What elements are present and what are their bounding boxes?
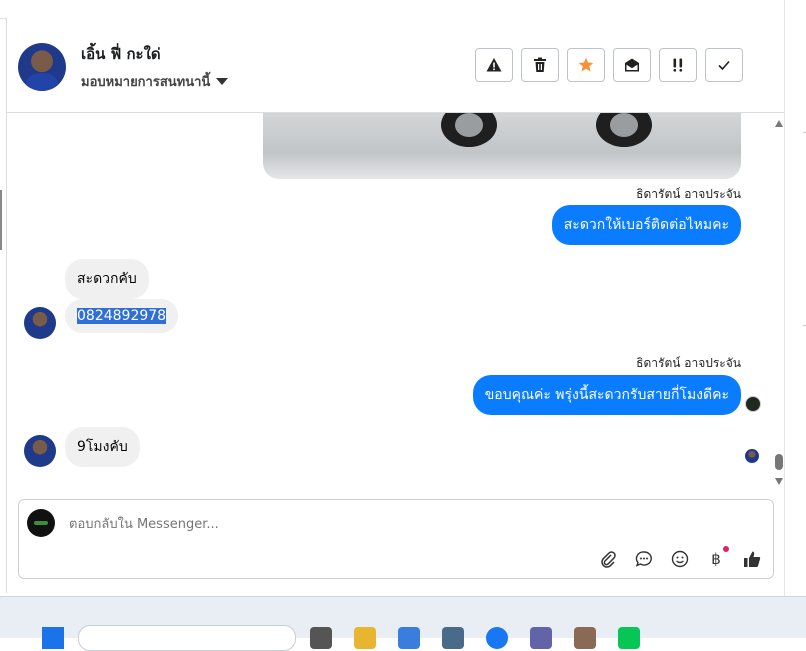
notification-dot <box>723 546 729 552</box>
like-button[interactable] <box>741 548 763 570</box>
profile-app-icon[interactable] <box>574 627 596 649</box>
photo-wheel-right <box>596 113 652 147</box>
incoming-message-phone[interactable]: 0824892978 <box>65 299 179 333</box>
baht-icon: ฿ <box>711 550 721 568</box>
teams-icon[interactable] <box>530 627 552 649</box>
chat-bubble-icon <box>635 551 652 567</box>
reply-input[interactable] <box>67 516 571 533</box>
payment-button[interactable]: ฿ <box>705 546 729 570</box>
seen-indicator-page <box>745 396 761 412</box>
star-button[interactable] <box>567 48 605 82</box>
message-list[interactable]: ธิดารัตน์ อาจประจัน สะดวกให้เบอร์ติดต่อไ… <box>7 113 785 493</box>
emoji-button[interactable] <box>669 548 691 570</box>
scroll-down-arrow-icon[interactable] <box>775 478 783 485</box>
conversation-panel: เอิ้น ฟี่ กะใด่ มอบหมายการสนทนานี้ ธิดาร… <box>6 18 786 593</box>
seen-indicator-contact <box>745 449 759 463</box>
page-avatar <box>27 509 55 537</box>
file-explorer-icon[interactable] <box>354 627 376 649</box>
contact-name[interactable]: เอิ้น ฟี่ กะใด่ <box>81 42 161 66</box>
contact-avatar[interactable] <box>18 43 66 91</box>
envelope-open-icon <box>625 58 639 72</box>
trash-icon <box>534 57 546 72</box>
photo-wheel-left <box>441 113 497 147</box>
contact-avatar-small[interactable] <box>24 307 56 339</box>
outgoing-message[interactable]: ขอบคุณค่ะ พรุ่งนี้สะดวกรับสายกี่โมงดีคะ <box>472 375 741 415</box>
caret-down-icon <box>216 78 229 85</box>
thumbs-up-icon <box>744 551 761 567</box>
mark-done-button[interactable] <box>705 48 743 82</box>
conversation-header: เอิ้น ฟี่ กะใด่ มอบหมายการสนทนานี้ <box>7 18 785 113</box>
left-window-edge <box>0 190 2 250</box>
incoming-message[interactable]: สะดวกคับ <box>65 259 149 299</box>
sender-name: ธิดารัตน์ อาจประจัน <box>636 187 741 201</box>
sender-name: ธิดารัตน์ อาจประจัน <box>636 356 741 370</box>
report-spam-button[interactable] <box>475 48 513 82</box>
star-icon <box>578 57 594 72</box>
notepad-icon[interactable] <box>398 627 420 649</box>
app-icon[interactable] <box>442 627 464 649</box>
warning-icon <box>486 58 502 72</box>
taskbar-search[interactable] <box>78 625 296 651</box>
assign-label: มอบหมายการสนทนานี้ <box>81 75 211 90</box>
os-taskbar <box>0 596 806 651</box>
facebook-icon[interactable] <box>486 627 508 649</box>
outgoing-message[interactable]: สะดวกให้เบอร์ติดต่อไหมคะ <box>551 205 741 245</box>
selected-phone-text[interactable]: 0824892978 <box>77 308 167 324</box>
smiley-icon <box>671 550 689 568</box>
windows-start-icon[interactable] <box>42 627 64 649</box>
paperclip-icon <box>601 551 616 568</box>
header-actions <box>475 48 743 82</box>
task-view-icon[interactable] <box>310 627 332 649</box>
assign-conversation-dropdown[interactable]: มอบหมายการสนทนานี้ <box>81 71 229 92</box>
incoming-message[interactable]: 9โมงคับ <box>65 427 140 467</box>
double-exclamation-icon <box>673 58 683 72</box>
check-icon <box>718 60 730 71</box>
reply-composer: ฿ <box>18 499 774 579</box>
right-side-strip <box>784 0 806 596</box>
follow-up-button[interactable] <box>659 48 697 82</box>
line-app-icon[interactable] <box>618 627 640 649</box>
delete-button[interactable] <box>521 48 559 82</box>
contact-avatar-small[interactable] <box>24 435 56 467</box>
saved-replies-button[interactable] <box>633 548 655 570</box>
composer-tools: ฿ <box>597 546 763 570</box>
scroll-thumb[interactable] <box>775 454 783 470</box>
mark-unread-button[interactable] <box>613 48 651 82</box>
scroll-up-arrow-icon[interactable] <box>775 120 783 127</box>
attach-button[interactable] <box>597 548 619 570</box>
shared-photo[interactable] <box>263 113 741 179</box>
